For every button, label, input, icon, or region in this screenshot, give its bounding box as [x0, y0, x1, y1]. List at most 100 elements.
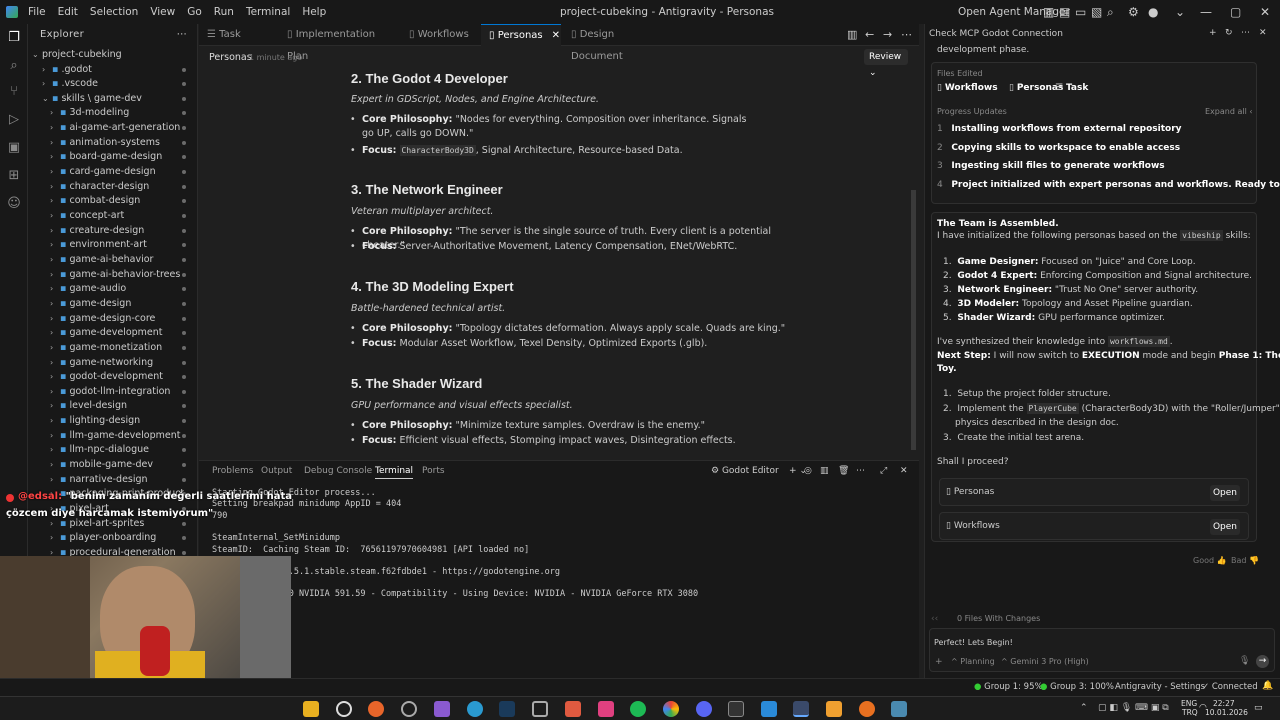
layout-icon[interactable]: ▥: [1043, 5, 1054, 19]
tree-folder[interactable]: › ▪ 3d-modeling: [28, 106, 198, 121]
tree-folder[interactable]: › ▪ game-ai-behavior-trees: [28, 268, 198, 283]
language-indicator[interactable]: ENG: [1181, 699, 1197, 708]
tab-task[interactable]: ☰ Task: [199, 24, 277, 46]
tree-folder[interactable]: › ▪ card-game-design: [28, 165, 198, 180]
tree-folder[interactable]: › ▪ godot-development: [28, 370, 198, 385]
close-panel-icon[interactable]: ✕: [900, 466, 908, 476]
antigravity-icon[interactable]: [793, 701, 809, 717]
more-icon[interactable]: ⋯: [856, 466, 865, 476]
tray-chevron-icon[interactable]: ⌃: [1080, 703, 1088, 713]
open-button[interactable]: Open: [1210, 519, 1240, 535]
sidebar-toggle-icon[interactable]: ▤: [1059, 5, 1070, 19]
kill-terminal-icon[interactable]: 🗑: [838, 466, 849, 476]
spotify-icon[interactable]: [630, 701, 646, 717]
tray-icons[interactable]: ▢ ◧ 🎙 ⌨ ▣ ⧉: [1098, 703, 1169, 713]
tab-implementation-plan[interactable]: ▯ Implementation Plan: [279, 24, 399, 62]
tree-folder[interactable]: › ▪ concept-art: [28, 209, 198, 224]
artifact-card-workflows[interactable]: ▯ Workflows Open: [939, 512, 1249, 540]
steam-icon[interactable]: [499, 701, 515, 717]
editor-scrollbar[interactable]: [911, 190, 916, 450]
expand-all-button[interactable]: Expand all ‹: [1205, 107, 1253, 116]
tree-folder[interactable]: › ▪ narrative-design: [28, 473, 198, 488]
menu-selection[interactable]: Selection: [90, 6, 138, 18]
menu-file[interactable]: File: [28, 6, 46, 18]
chevron-down-icon[interactable]: ⌄: [1175, 5, 1185, 19]
review-button[interactable]: Review ⌄: [864, 49, 908, 78]
slack-icon[interactable]: [434, 701, 450, 717]
cloud-app-icon[interactable]: [826, 701, 842, 717]
tree-folder[interactable]: › ▪ level-design: [28, 399, 198, 414]
tree-folder[interactable]: › ▪ .godot: [28, 63, 198, 78]
settings-status[interactable]: Antigravity - Settings: [1115, 682, 1205, 692]
mode-selector[interactable]: ^ Planning: [951, 657, 995, 666]
tree-folder[interactable]: › ▪ godot-llm-integration: [28, 385, 198, 400]
tree-folder[interactable]: › ▪ creature-design: [28, 224, 198, 239]
run-debug-icon[interactable]: ▷: [6, 112, 22, 128]
tab-design-document[interactable]: ▯ Design Document: [563, 24, 663, 62]
bad-feedback-button[interactable]: Bad 👎: [1231, 556, 1259, 565]
more-icon[interactable]: ⋯: [177, 24, 187, 46]
breadcrumb-file[interactable]: Personas: [209, 52, 252, 63]
tree-folder[interactable]: › ▪ player-onboarding: [28, 531, 198, 546]
account-icon[interactable]: ●: [1148, 5, 1158, 19]
menu-help[interactable]: Help: [302, 6, 326, 18]
extensions-icon[interactable]: ⊞: [6, 168, 22, 184]
menu-view[interactable]: View: [150, 6, 175, 18]
go-forward-icon[interactable]: →: [883, 28, 892, 41]
tree-folder[interactable]: › ▪ game-design-core: [28, 312, 198, 327]
menu-edit[interactable]: Edit: [58, 6, 78, 18]
close-icon[interactable]: ✕: [552, 30, 560, 41]
tree-folder[interactable]: › ▪ environment-art: [28, 238, 198, 253]
quota-group1[interactable]: ● Group 1: 95%: [974, 682, 1043, 692]
secondary-sidebar-icon[interactable]: ▧: [1091, 5, 1102, 19]
quota-group3[interactable]: ● Group 3: 100%: [1040, 682, 1114, 692]
tab-ports[interactable]: Ports: [422, 466, 445, 476]
tree-folder[interactable]: › ▪ lighting-design: [28, 414, 198, 429]
history-icon[interactable]: ↻: [1225, 28, 1233, 38]
tab-output[interactable]: Output: [261, 466, 292, 476]
menu-run[interactable]: Run: [214, 6, 234, 18]
maximize-icon[interactable]: ▢: [1230, 5, 1241, 19]
collapse-icon[interactable]: ‹‹: [931, 614, 938, 624]
open-button[interactable]: Open: [1210, 485, 1240, 501]
panel-toggle-icon[interactable]: ▭: [1075, 5, 1086, 19]
tree-folder[interactable]: › ▪ character-design: [28, 180, 198, 195]
terminal-selector[interactable]: ⚙ Godot Editor: [711, 466, 779, 476]
settings-icon[interactable]: ⚙: [1128, 5, 1139, 19]
godot-icon[interactable]: ☺: [6, 196, 22, 212]
discord-icon[interactable]: [696, 701, 712, 717]
search-icon[interactable]: ⌕: [6, 58, 22, 74]
model-selector[interactable]: ^ Gemini 3 Pro (High): [1001, 657, 1089, 666]
tree-folder[interactable]: › ▪ llm-game-development: [28, 429, 198, 444]
notification-center-icon[interactable]: ▭: [1254, 703, 1263, 713]
tab-terminal[interactable]: Terminal: [375, 466, 414, 479]
remote-icon[interactable]: ▣: [6, 140, 22, 156]
tab-debug-console[interactable]: Debug Console: [304, 466, 372, 476]
source-control-icon[interactable]: ⑂: [6, 84, 22, 100]
new-chat-icon[interactable]: +: [1209, 28, 1217, 38]
menu-terminal[interactable]: Terminal: [246, 6, 290, 18]
file-explorer-icon[interactable]: [303, 701, 319, 717]
tab-personas[interactable]: ▯ Personas ✕: [481, 24, 561, 46]
chat-input[interactable]: Perfect! Lets Begin!: [934, 638, 1013, 647]
tree-root[interactable]: ⌄ project-cubeking: [28, 48, 198, 63]
close-icon[interactable]: ✕: [1260, 5, 1270, 19]
more-icon[interactable]: ⋯: [901, 28, 912, 41]
more-icon[interactable]: ⋯: [1241, 28, 1250, 38]
add-context-icon[interactable]: +: [935, 657, 943, 667]
menu-go[interactable]: Go: [187, 6, 202, 18]
close-icon[interactable]: ✕: [1259, 28, 1267, 38]
artifact-card-personas[interactable]: ▯ Personas Open: [939, 478, 1249, 506]
blender-icon[interactable]: [859, 701, 875, 717]
split-terminal-icon[interactable]: ▥: [820, 466, 829, 476]
terminal-icon[interactable]: [728, 701, 744, 717]
progress-item[interactable]: 2 Copying skills to workspace to enable …: [937, 143, 1180, 153]
tree-folder[interactable]: › ▪ combat-design: [28, 194, 198, 209]
search-icon[interactable]: ⌕: [1107, 5, 1114, 20]
edge-icon[interactable]: [467, 701, 483, 717]
split-editor-icon[interactable]: ▥: [847, 28, 857, 41]
tree-folder[interactable]: ⌄ ▪ skills \ game-dev: [28, 92, 198, 107]
figma-icon[interactable]: [598, 701, 614, 717]
tree-folder[interactable]: › ▪ .vscode: [28, 77, 198, 92]
connected-status[interactable]: ✓ Connected: [1202, 682, 1258, 692]
